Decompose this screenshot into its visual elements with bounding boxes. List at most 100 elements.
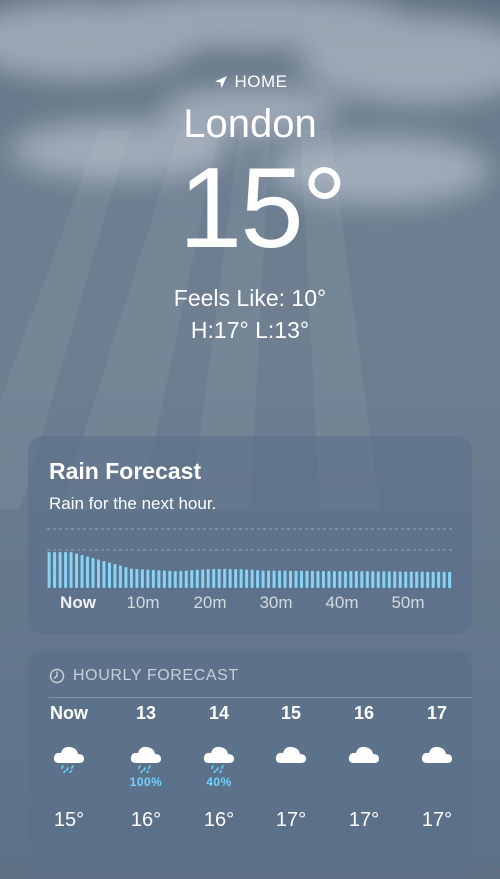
- rain-tick-10m: 10m: [126, 593, 160, 612]
- rain-tick-50m: 50m: [391, 593, 425, 612]
- rain-bar: [75, 553, 79, 588]
- rain-bar: [190, 570, 194, 588]
- rain-bar: [278, 570, 282, 588]
- rain-bar: [431, 571, 435, 588]
- rain-bar: [305, 570, 309, 588]
- rain-bar: [239, 569, 243, 588]
- rain-bar: [96, 559, 100, 588]
- city-name: London: [183, 102, 317, 146]
- rain-bar: [212, 568, 216, 588]
- rain-bar: [228, 568, 232, 588]
- rain-bar: [343, 571, 347, 588]
- rain-bar: [371, 571, 375, 588]
- rain-bar: [376, 571, 380, 588]
- rain-bar: [327, 571, 331, 588]
- cloud-rain-icon: [53, 746, 84, 773]
- cloud-icon: [421, 746, 452, 763]
- current-temperature: 15°: [178, 145, 347, 272]
- current-weather-header: HOME London 15° Feels Like: 10° H:17° L:…: [0, 70, 500, 344]
- rain-bar: [53, 552, 57, 588]
- rain-bar: [58, 552, 62, 588]
- rain-bar: [245, 569, 249, 588]
- rain-tick-20m: 20m: [193, 593, 227, 612]
- rain-bar: [448, 571, 452, 588]
- cloud-icon: [348, 746, 379, 763]
- rain-bar: [437, 571, 441, 588]
- rain-bar: [289, 570, 293, 588]
- rain-bar: [102, 561, 106, 588]
- rain-bar: [321, 571, 325, 588]
- rain-bar: [442, 571, 446, 588]
- rain-bar: [157, 570, 161, 588]
- location-label-row: HOME: [0, 70, 500, 94]
- rain-bar: [393, 571, 397, 588]
- rain-bar: [365, 571, 369, 588]
- rain-bar: [173, 571, 177, 588]
- rain-bar: [146, 569, 150, 588]
- rain-bar: [91, 558, 95, 588]
- cloud-rain-icon: [130, 746, 161, 773]
- rain-bar: [250, 569, 254, 588]
- hour-temperature: 16°: [130, 809, 162, 831]
- rain-bar: [338, 571, 342, 588]
- rain-tick-now: Now: [60, 593, 96, 612]
- rain-bar: [124, 567, 128, 588]
- rain-tick-40m: 40m: [325, 593, 359, 612]
- rain-bar: [272, 570, 276, 588]
- high-low: H:17° L:13°: [190, 317, 310, 343]
- rain-bar: [140, 569, 144, 588]
- rain-bar: [256, 570, 260, 588]
- rain-bar: [86, 556, 90, 588]
- rain-bar: [409, 571, 413, 588]
- rain-bar: [310, 570, 314, 588]
- rain-bar: [387, 571, 391, 588]
- rain-bar: [267, 570, 271, 588]
- rain-bar: [47, 552, 51, 588]
- hourly-divider: [49, 697, 472, 698]
- rain-bar: [299, 570, 303, 588]
- cloud-rain-icon: [203, 746, 234, 773]
- rain-bar: [360, 571, 364, 588]
- rain-bar: [162, 570, 166, 588]
- rain-bar: [179, 571, 183, 588]
- rain-bar: [129, 568, 133, 588]
- rain-bar: [316, 570, 320, 588]
- feels-like: Feels Like: 10°: [173, 285, 327, 311]
- rain-bar: [69, 552, 73, 588]
- rain-bar: [223, 568, 227, 588]
- rain-bar: [168, 570, 172, 588]
- rain-bar: [261, 570, 265, 588]
- rain-bar: [415, 571, 419, 588]
- clock-icon: [49, 668, 65, 684]
- rain-time-axis: Now 10m 20m 30m 40m 50m: [28, 593, 472, 617]
- rain-bar: [382, 571, 386, 588]
- rain-bar: [398, 571, 402, 588]
- rain-bar: [195, 569, 199, 588]
- rain-bar: [283, 570, 287, 588]
- rain-bar: [332, 571, 336, 588]
- rain-forecast-subtitle: Rain for the next hour.: [49, 494, 217, 513]
- rain-bar: [234, 568, 238, 588]
- cloud-icon: [275, 746, 306, 763]
- rain-bar: [201, 569, 205, 588]
- rain-bar: [113, 564, 117, 588]
- rain-bar: [404, 571, 408, 588]
- rain-bar: [151, 569, 155, 588]
- hour-time: 14: [208, 703, 230, 723]
- rain-bar: [354, 571, 358, 588]
- rain-bar: [107, 562, 111, 588]
- rain-bar: [206, 569, 210, 588]
- rain-bar: [80, 555, 84, 588]
- rain-bar: [294, 570, 298, 588]
- hour-time: 15: [280, 703, 302, 723]
- hour-time: 17: [426, 703, 448, 723]
- hour-temperature: 17°: [348, 809, 380, 831]
- hourly-forecast-card[interactable]: HOURLY FORECAST Now 15° 13 100% 16° 14 40% 16° 1…: [28, 651, 472, 851]
- rain-bar: [217, 568, 221, 588]
- rain-bar: [420, 571, 424, 588]
- rain-forecast-card[interactable]: Rain Forecast Rain for the next hour. No…: [28, 436, 472, 634]
- hour-time: Now: [50, 703, 88, 723]
- rain-intensity-chart: [47, 528, 453, 588]
- rain-tick-30m: 30m: [259, 593, 293, 612]
- rain-bar: [118, 565, 122, 588]
